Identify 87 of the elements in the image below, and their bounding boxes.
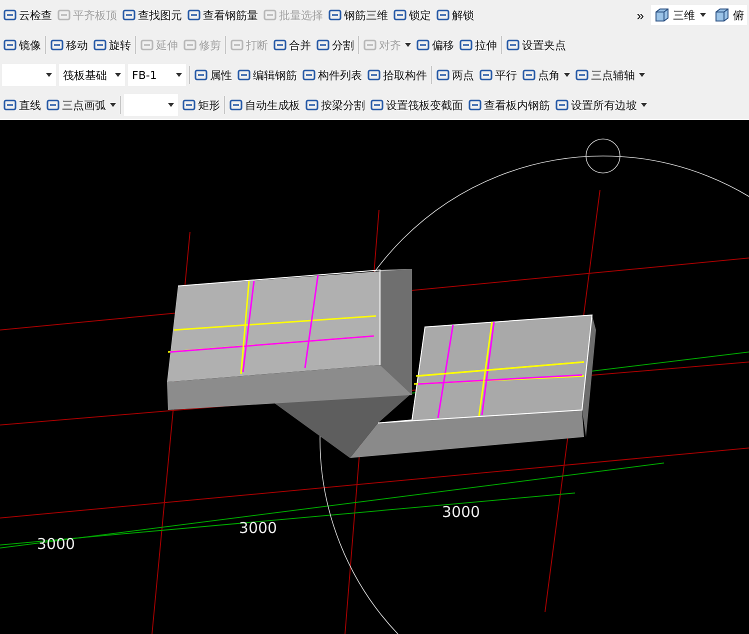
toolbar-button[interactable]: 点角	[521, 66, 571, 84]
toolbar-button[interactable]: 设置筏板变截面	[369, 96, 464, 114]
dimension-label: 3000	[36, 535, 76, 553]
toolbar-button[interactable]: 拾取构件	[366, 66, 428, 84]
tool-icon	[229, 98, 243, 112]
tool-icon	[93, 38, 107, 52]
tool-icon	[305, 98, 319, 112]
tool-icon	[370, 98, 384, 112]
dropdown-field[interactable]: 筏板基础	[59, 64, 125, 86]
tool-icon	[393, 8, 407, 22]
tool-icon	[3, 38, 17, 52]
tool-icon	[182, 98, 196, 112]
toolbar-button[interactable]: 属性	[193, 66, 233, 84]
tool-icon	[237, 68, 251, 82]
tool-icon	[3, 98, 17, 112]
tool-icon	[468, 98, 482, 112]
tool-icon	[57, 8, 71, 22]
caret-icon	[405, 43, 411, 47]
caret-icon	[110, 103, 116, 107]
toolbar-button[interactable]: 设置所有边坡	[554, 96, 648, 114]
tool-icon	[416, 38, 430, 52]
tool-icon	[273, 38, 287, 52]
toolbar-button[interactable]: 合并	[272, 36, 312, 54]
tool-icon	[46, 98, 60, 112]
tool-icon	[436, 68, 450, 82]
toolbar-button[interactable]: 三点画弧	[45, 96, 117, 114]
tool-icon	[522, 68, 536, 82]
toolbar-button[interactable]: 查找图元	[121, 6, 183, 24]
overflow-button[interactable]: »	[632, 8, 648, 22]
tool-icon	[316, 38, 330, 52]
tool-icon	[194, 68, 208, 82]
caret-icon	[168, 103, 174, 107]
caret-icon	[46, 73, 52, 77]
tool-icon	[50, 38, 64, 52]
dimension-label: 3000	[442, 503, 480, 521]
toolbar-button[interactable]: 按梁分割	[304, 96, 366, 114]
tool-icon	[363, 38, 377, 52]
toolbar-button[interactable]: 旋转	[92, 36, 132, 54]
tool-icon	[3, 8, 17, 22]
tool-icon	[122, 8, 136, 22]
caret-icon	[176, 73, 182, 77]
tool-icon	[575, 68, 589, 82]
tool-icon	[328, 8, 342, 22]
toolbar-button[interactable]: 直线	[2, 96, 42, 114]
dropdown-field[interactable]	[2, 64, 56, 86]
toolbar-button[interactable]: 云检查	[2, 6, 53, 24]
toolbar-button[interactable]: 两点	[435, 66, 475, 84]
toolbar-button[interactable]: 镜像	[2, 36, 42, 54]
tool-icon	[302, 68, 316, 82]
rotation-handle[interactable]	[586, 138, 620, 174]
tool-icon	[183, 38, 197, 52]
dropdown-field[interactable]	[124, 94, 178, 116]
toolbar-button[interactable]: 钢筋三维	[327, 6, 389, 24]
toolbar-button[interactable]: 移动	[49, 36, 89, 54]
tool-icon	[555, 98, 569, 112]
toolbar-button[interactable]: 三点辅轴	[574, 66, 646, 84]
tool-icon	[230, 38, 244, 52]
toolbar-button[interactable]: 查看板内钢筋	[467, 96, 551, 114]
toolbar-button[interactable]: 拉伸	[458, 36, 498, 54]
toolbar-button[interactable]: 分割	[315, 36, 355, 54]
caret-icon	[639, 73, 645, 77]
caret-icon	[700, 13, 706, 17]
tool-icon	[367, 68, 381, 82]
cube-icon	[714, 7, 730, 23]
tool-icon	[263, 8, 277, 22]
dropdown-field[interactable]: FB-1	[128, 64, 186, 86]
dimension-label: 3000	[238, 519, 278, 537]
caret-icon	[115, 73, 121, 77]
toolbar-button[interactable]: 平行	[478, 66, 518, 84]
tool-icon	[187, 8, 201, 22]
tool-icon	[479, 68, 493, 82]
caret-icon	[641, 103, 647, 107]
toolbar-button[interactable]: 矩形	[181, 96, 221, 114]
toolbar-button[interactable]: 构件列表	[301, 66, 363, 84]
tool-icon	[506, 38, 520, 52]
tool-icon	[140, 38, 154, 52]
toolbar-button[interactable]: 偏移	[415, 36, 455, 54]
caret-icon	[564, 73, 570, 77]
tool-icon	[436, 8, 450, 22]
cube-icon	[654, 7, 670, 23]
toolbar-button[interactable]: 编辑钢筋	[236, 66, 298, 84]
tool-icon	[459, 38, 473, 52]
toolbar-button[interactable]: 锁定	[392, 6, 432, 24]
toolbar-button[interactable]: 查看钢筋量	[186, 6, 259, 24]
toolbar-button[interactable]: 解锁	[435, 6, 475, 24]
toolbar-button[interactable]: 自动生成板	[228, 96, 301, 114]
toolbar-button[interactable]: 设置夹点	[505, 36, 567, 54]
